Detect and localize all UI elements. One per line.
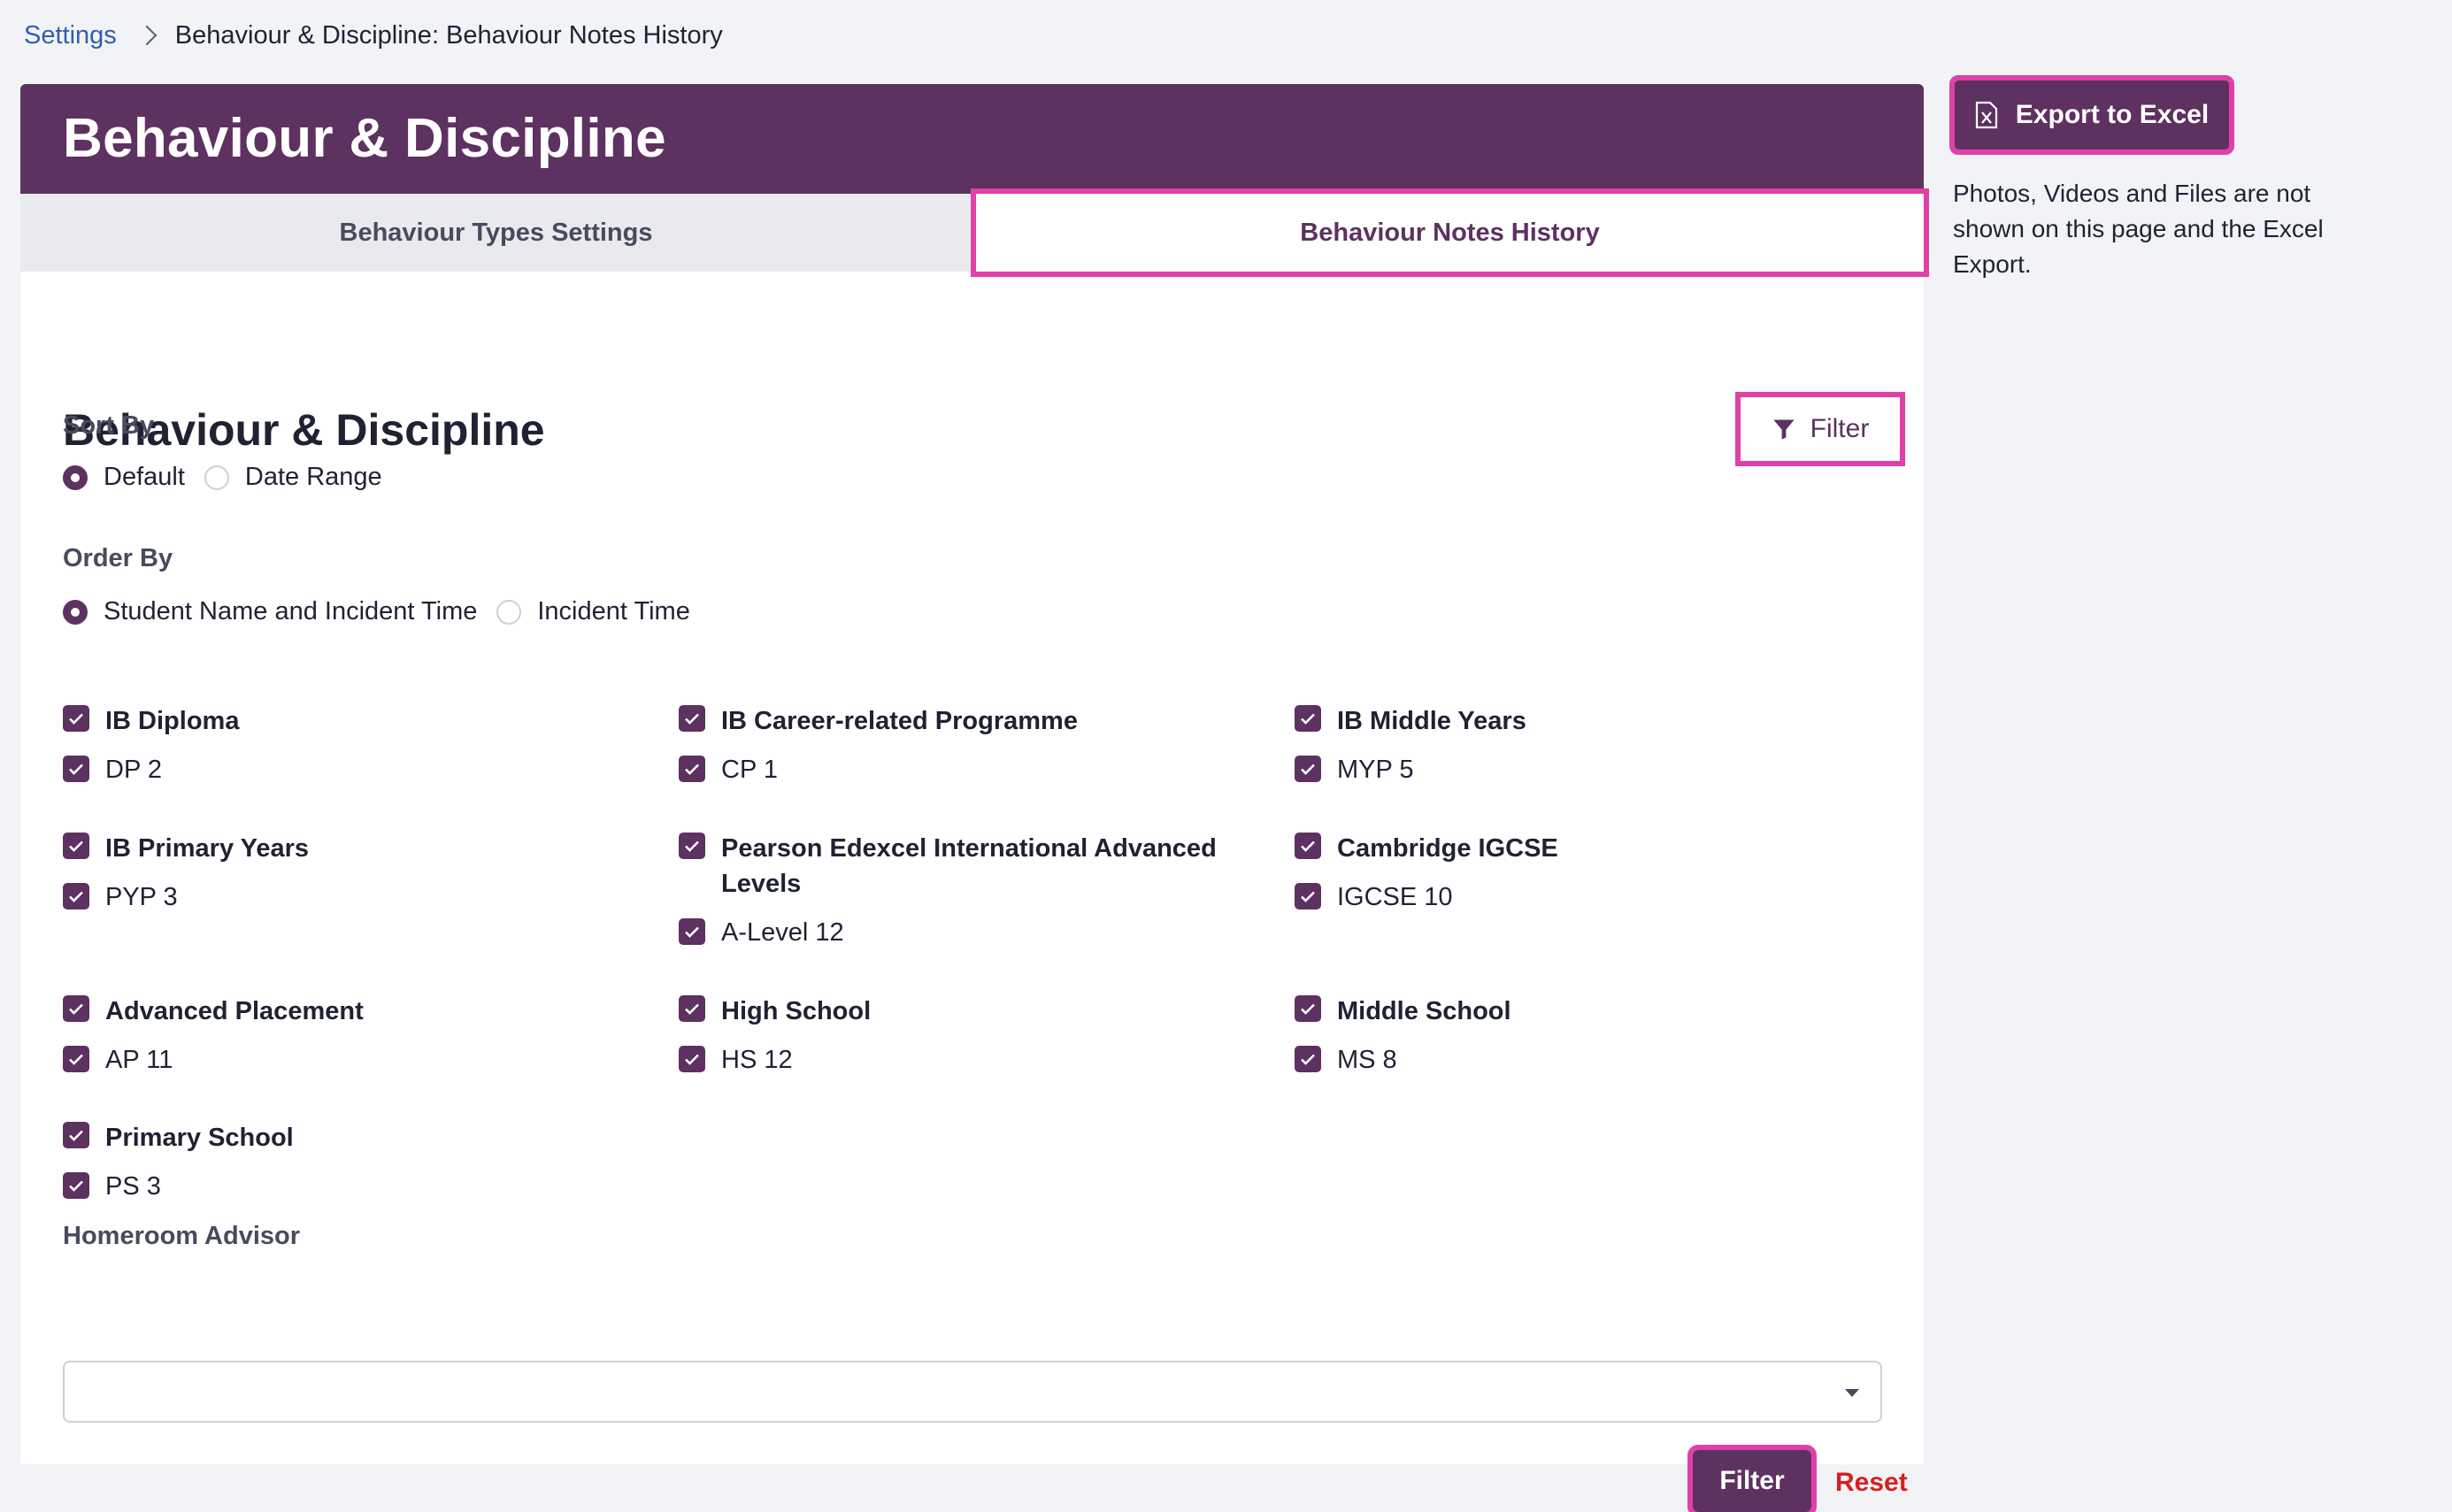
checkbox-checked-icon[interactable] bbox=[679, 1046, 705, 1072]
caret-down-icon bbox=[1845, 1389, 1859, 1397]
checkbox-checked-icon[interactable] bbox=[63, 756, 89, 782]
tab-behaviour-types-settings[interactable]: Behaviour Types Settings bbox=[20, 194, 972, 272]
grade-name: AP 11 bbox=[105, 1046, 173, 1074]
programme-checkbox-ib-diploma[interactable]: IB Diploma bbox=[63, 703, 239, 739]
checkbox-checked-icon[interactable] bbox=[1295, 995, 1321, 1022]
export-label: Export to Excel bbox=[2015, 100, 2210, 129]
grade-checkbox-a-level-12[interactable]: A-Level 12 bbox=[679, 917, 844, 948]
checkbox-checked-icon[interactable] bbox=[1295, 1046, 1321, 1072]
breadcrumb-settings-link[interactable]: Settings bbox=[24, 21, 117, 50]
checkbox-checked-icon[interactable] bbox=[679, 705, 705, 732]
filter-icon bbox=[1772, 419, 1795, 440]
grade-name: MYP 5 bbox=[1337, 756, 1414, 784]
sort-date-range-label: Date Range bbox=[244, 463, 382, 491]
order-by-label: Order By bbox=[63, 544, 173, 572]
tab-bar: Behaviour Types Settings Behaviour Notes… bbox=[20, 188, 1929, 277]
grade-checkbox-pyp3[interactable]: PYP 3 bbox=[63, 881, 178, 913]
filter-toggle-button[interactable]: Filter bbox=[1735, 392, 1905, 466]
sort-default-radio[interactable] bbox=[63, 464, 88, 490]
programme-name: Pearson Edexcel International Advanced L… bbox=[721, 834, 1217, 898]
card-header: Behaviour & Discipline bbox=[20, 84, 1924, 194]
programme-name: Middle School bbox=[1337, 997, 1511, 1025]
checkbox-checked-icon[interactable] bbox=[679, 918, 705, 945]
programme-checkbox-ib-career-related[interactable]: IB Career-related Programme bbox=[679, 703, 1078, 739]
grade-name: HS 12 bbox=[721, 1046, 793, 1074]
programme-checkbox-advanced-placement[interactable]: Advanced Placement bbox=[63, 994, 364, 1029]
grade-checkbox-ps3[interactable]: PS 3 bbox=[63, 1170, 161, 1202]
grade-checkbox-ap11[interactable]: AP 11 bbox=[63, 1044, 173, 1076]
order-by-group: Student Name and Incident Time Incident … bbox=[63, 597, 710, 626]
checkbox-checked-icon[interactable] bbox=[63, 883, 89, 910]
filter-toggle-label: Filter bbox=[1810, 414, 1870, 443]
checkbox-checked-icon[interactable] bbox=[1295, 756, 1321, 782]
sort-by-label: Sort By bbox=[63, 411, 155, 440]
checkbox-checked-icon[interactable] bbox=[1295, 833, 1321, 859]
programme-name: IB Diploma bbox=[105, 707, 240, 735]
order-incident-time-radio[interactable] bbox=[496, 599, 522, 625]
grade-name: PYP 3 bbox=[105, 883, 178, 911]
programme-name: Primary School bbox=[105, 1124, 294, 1152]
grade-checkbox-hs12[interactable]: HS 12 bbox=[679, 1044, 793, 1076]
main-card: Behaviour & Discipline Behaviour Types S… bbox=[20, 84, 1929, 1512]
tab-behaviour-notes-history[interactable]: Behaviour Notes History bbox=[971, 188, 1929, 277]
checkbox-checked-icon[interactable] bbox=[679, 995, 705, 1022]
grade-name: PS 3 bbox=[105, 1172, 161, 1201]
checkbox-checked-icon[interactable] bbox=[63, 1172, 89, 1199]
checkbox-checked-icon[interactable] bbox=[1295, 705, 1321, 732]
programme-checkbox-ib-primary-years[interactable]: IB Primary Years bbox=[63, 831, 309, 866]
checkbox-checked-icon[interactable] bbox=[63, 1122, 89, 1148]
homeroom-advisor-select[interactable] bbox=[63, 1361, 1882, 1423]
programme-checkbox-cambridge-igcse[interactable]: Cambridge IGCSE bbox=[1295, 831, 1558, 866]
programme-checkbox-pearson-edexcel[interactable]: Pearson Edexcel International Advanced L… bbox=[679, 831, 1254, 902]
sort-by-group: Default Date Range bbox=[63, 463, 402, 492]
reset-link[interactable]: Reset bbox=[1835, 1468, 1908, 1498]
grade-name: IGCSE 10 bbox=[1337, 883, 1453, 911]
programme-name: IB Primary Years bbox=[105, 834, 310, 863]
export-to-excel-button[interactable]: Export to Excel bbox=[1949, 75, 2234, 155]
grade-name: DP 2 bbox=[105, 756, 162, 784]
programme-name: Cambridge IGCSE bbox=[1337, 834, 1558, 863]
grade-checkbox-myp5[interactable]: MYP 5 bbox=[1295, 754, 1414, 786]
filter-submit-button[interactable]: Filter bbox=[1687, 1445, 1817, 1512]
grade-name: CP 1 bbox=[721, 756, 778, 784]
programme-checkbox-primary-school[interactable]: Primary School bbox=[63, 1120, 294, 1155]
programme-name: Advanced Placement bbox=[105, 997, 364, 1025]
checkbox-checked-icon[interactable] bbox=[679, 756, 705, 782]
grade-checkbox-dp2[interactable]: DP 2 bbox=[63, 754, 162, 786]
export-note: Photos, Videos and Files are not shown o… bbox=[1953, 180, 2324, 278]
programme-name: IB Middle Years bbox=[1337, 707, 1526, 735]
grade-name: MS 8 bbox=[1337, 1046, 1397, 1074]
grade-checkbox-cp1[interactable]: CP 1 bbox=[679, 754, 778, 786]
grade-name: A-Level 12 bbox=[721, 918, 844, 947]
breadcrumb: Settings Behaviour & Discipline: Behavio… bbox=[24, 19, 723, 51]
checkbox-checked-icon[interactable] bbox=[63, 1046, 89, 1072]
programme-checkbox-middle-school[interactable]: Middle School bbox=[1295, 994, 1511, 1029]
checkbox-checked-icon[interactable] bbox=[63, 833, 89, 859]
checkbox-checked-icon[interactable] bbox=[1295, 883, 1321, 910]
checkbox-checked-icon[interactable] bbox=[63, 705, 89, 732]
checkbox-checked-icon[interactable] bbox=[63, 995, 89, 1022]
programme-checkbox-high-school[interactable]: High School bbox=[679, 994, 871, 1029]
order-student-name-radio[interactable] bbox=[63, 599, 88, 625]
programme-name: IB Career-related Programme bbox=[721, 707, 1078, 735]
breadcrumb-current: Behaviour & Discipline: Behaviour Notes … bbox=[174, 20, 723, 50]
chevron-right-icon bbox=[136, 25, 158, 46]
checkbox-checked-icon[interactable] bbox=[679, 833, 705, 859]
order-student-name-label: Student Name and Incident Time bbox=[104, 597, 478, 626]
sort-default-label: Default bbox=[104, 463, 185, 491]
grade-checkbox-igcse10[interactable]: IGCSE 10 bbox=[1295, 881, 1453, 913]
excel-file-icon bbox=[1975, 101, 1997, 129]
programme-name: High School bbox=[721, 997, 872, 1025]
programme-checkbox-ib-middle-years[interactable]: IB Middle Years bbox=[1295, 703, 1526, 739]
order-incident-time-label: Incident Time bbox=[537, 597, 690, 626]
page-title: Behaviour & Discipline bbox=[63, 108, 666, 169]
homeroom-advisor-label: Homeroom Advisor bbox=[63, 1222, 301, 1250]
sort-date-range-radio[interactable] bbox=[204, 464, 229, 490]
grade-checkbox-ms8[interactable]: MS 8 bbox=[1295, 1044, 1397, 1076]
